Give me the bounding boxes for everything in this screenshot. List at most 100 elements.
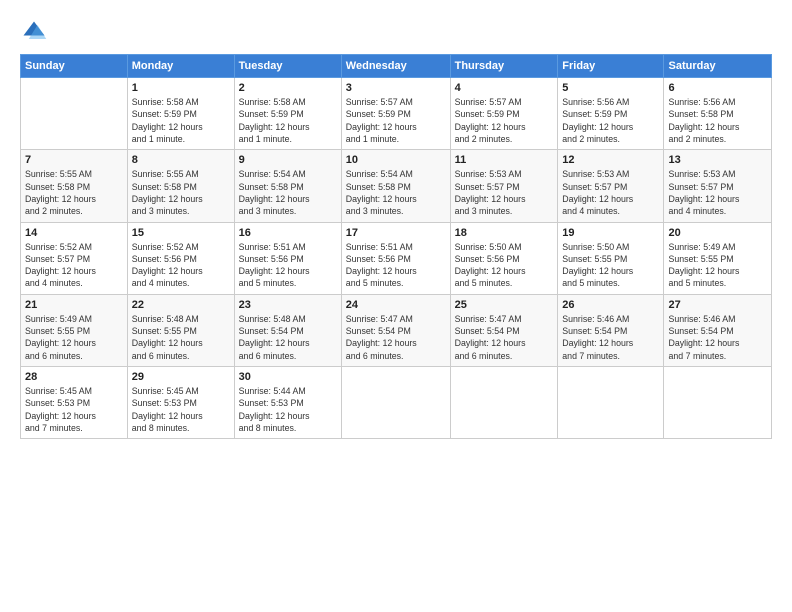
calendar-cell: 22 Sunrise: 5:48 AM Sunset: 5:55 PM Dayli… [127, 294, 234, 366]
cell-day-number: 24 [346, 299, 446, 311]
cell-info: Sunrise: 5:52 AM Sunset: 5:57 PM Dayligh… [25, 241, 123, 290]
cell-info: Sunrise: 5:58 AM Sunset: 5:59 PM Dayligh… [239, 96, 337, 145]
cell-day-number: 28 [25, 371, 123, 383]
calendar-cell: 11 Sunrise: 5:53 AM Sunset: 5:57 PM Dayli… [450, 150, 558, 222]
cell-info: Sunrise: 5:54 AM Sunset: 5:58 PM Dayligh… [239, 168, 337, 217]
calendar-cell: 15 Sunrise: 5:52 AM Sunset: 5:56 PM Dayli… [127, 222, 234, 294]
calendar-cell: 28 Sunrise: 5:45 AM Sunset: 5:53 PM Dayli… [21, 367, 128, 439]
cell-info: Sunrise: 5:44 AM Sunset: 5:53 PM Dayligh… [239, 385, 337, 434]
cell-day-number: 19 [562, 227, 659, 239]
weekday-header-saturday: Saturday [664, 55, 772, 78]
cell-day-number: 20 [668, 227, 767, 239]
cell-day-number: 9 [239, 154, 337, 166]
cell-day-number: 23 [239, 299, 337, 311]
cell-day-number: 18 [455, 227, 554, 239]
week-row-3: 14Sunrise: 5:52 AM Sunset: 5:57 PM Dayli… [21, 222, 772, 294]
cell-info: Sunrise: 5:56 AM Sunset: 5:59 PM Dayligh… [562, 96, 659, 145]
cell-info: Sunrise: 5:49 AM Sunset: 5:55 PM Dayligh… [25, 313, 123, 362]
calendar-cell [341, 367, 450, 439]
cell-info: Sunrise: 5:53 AM Sunset: 5:57 PM Dayligh… [668, 168, 767, 217]
week-row-1: 1 Sunrise: 5:58 AM Sunset: 5:59 PM Daylig… [21, 78, 772, 150]
calendar-cell: 23Sunrise: 5:48 AM Sunset: 5:54 PM Dayli… [234, 294, 341, 366]
calendar-cell [21, 78, 128, 150]
cell-info: Sunrise: 5:49 AM Sunset: 5:55 PM Dayligh… [668, 241, 767, 290]
cell-info: Sunrise: 5:52 AM Sunset: 5:56 PM Dayligh… [132, 241, 230, 290]
cell-info: Sunrise: 5:54 AM Sunset: 5:58 PM Dayligh… [346, 168, 446, 217]
logo [20, 18, 52, 46]
calendar-cell: 14Sunrise: 5:52 AM Sunset: 5:57 PM Dayli… [21, 222, 128, 294]
calendar-cell: 29 Sunrise: 5:45 AM Sunset: 5:53 PM Dayli… [127, 367, 234, 439]
cell-info: Sunrise: 5:51 AM Sunset: 5:56 PM Dayligh… [346, 241, 446, 290]
cell-day-number: 21 [25, 299, 123, 311]
cell-day-number: 22 [132, 299, 230, 311]
calendar-cell: 7 Sunrise: 5:55 AM Sunset: 5:58 PM Daylig… [21, 150, 128, 222]
week-row-4: 21 Sunrise: 5:49 AM Sunset: 5:55 PM Dayli… [21, 294, 772, 366]
calendar-table: SundayMondayTuesdayWednesdayThursdayFrid… [20, 54, 772, 439]
calendar-cell: 8 Sunrise: 5:55 AM Sunset: 5:58 PM Daylig… [127, 150, 234, 222]
calendar-cell [558, 367, 664, 439]
cell-info: Sunrise: 5:50 AM Sunset: 5:56 PM Dayligh… [455, 241, 554, 290]
cell-day-number: 1 [132, 82, 230, 94]
cell-day-number: 29 [132, 371, 230, 383]
cell-info: Sunrise: 5:53 AM Sunset: 5:57 PM Dayligh… [562, 168, 659, 217]
weekday-header-friday: Friday [558, 55, 664, 78]
calendar-cell: 3 Sunrise: 5:57 AM Sunset: 5:59 PM Daylig… [341, 78, 450, 150]
calendar-cell: 25Sunrise: 5:47 AM Sunset: 5:54 PM Dayli… [450, 294, 558, 366]
calendar-cell: 24 Sunrise: 5:47 AM Sunset: 5:54 PM Dayli… [341, 294, 450, 366]
weekday-header-row: SundayMondayTuesdayWednesdayThursdayFrid… [21, 55, 772, 78]
header [20, 18, 772, 46]
calendar-cell: 27 Sunrise: 5:46 AM Sunset: 5:54 PM Dayli… [664, 294, 772, 366]
cell-day-number: 7 [25, 154, 123, 166]
weekday-header-tuesday: Tuesday [234, 55, 341, 78]
calendar-cell: 26 Sunrise: 5:46 AM Sunset: 5:54 PM Dayli… [558, 294, 664, 366]
calendar-cell: 17 Sunrise: 5:51 AM Sunset: 5:56 PM Dayli… [341, 222, 450, 294]
logo-icon [20, 18, 48, 46]
cell-day-number: 15 [132, 227, 230, 239]
calendar-cell: 1 Sunrise: 5:58 AM Sunset: 5:59 PM Daylig… [127, 78, 234, 150]
cell-day-number: 6 [668, 82, 767, 94]
cell-info: Sunrise: 5:46 AM Sunset: 5:54 PM Dayligh… [668, 313, 767, 362]
cell-day-number: 16 [239, 227, 337, 239]
calendar-cell: 21 Sunrise: 5:49 AM Sunset: 5:55 PM Dayli… [21, 294, 128, 366]
week-row-5: 28 Sunrise: 5:45 AM Sunset: 5:53 PM Dayli… [21, 367, 772, 439]
cell-day-number: 26 [562, 299, 659, 311]
cell-day-number: 3 [346, 82, 446, 94]
cell-day-number: 10 [346, 154, 446, 166]
calendar-cell: 5 Sunrise: 5:56 AM Sunset: 5:59 PM Daylig… [558, 78, 664, 150]
cell-info: Sunrise: 5:55 AM Sunset: 5:58 PM Dayligh… [132, 168, 230, 217]
cell-info: Sunrise: 5:46 AM Sunset: 5:54 PM Dayligh… [562, 313, 659, 362]
cell-day-number: 25 [455, 299, 554, 311]
cell-info: Sunrise: 5:57 AM Sunset: 5:59 PM Dayligh… [346, 96, 446, 145]
cell-info: Sunrise: 5:48 AM Sunset: 5:55 PM Dayligh… [132, 313, 230, 362]
cell-day-number: 27 [668, 299, 767, 311]
cell-day-number: 8 [132, 154, 230, 166]
calendar-cell: 20 Sunrise: 5:49 AM Sunset: 5:55 PM Dayli… [664, 222, 772, 294]
cell-info: Sunrise: 5:50 AM Sunset: 5:55 PM Dayligh… [562, 241, 659, 290]
weekday-header-thursday: Thursday [450, 55, 558, 78]
cell-info: Sunrise: 5:45 AM Sunset: 5:53 PM Dayligh… [132, 385, 230, 434]
calendar-cell: 18 Sunrise: 5:50 AM Sunset: 5:56 PM Dayli… [450, 222, 558, 294]
cell-day-number: 12 [562, 154, 659, 166]
calendar-cell: 16Sunrise: 5:51 AM Sunset: 5:56 PM Dayli… [234, 222, 341, 294]
calendar-cell: 13 Sunrise: 5:53 AM Sunset: 5:57 PM Dayli… [664, 150, 772, 222]
cell-info: Sunrise: 5:58 AM Sunset: 5:59 PM Dayligh… [132, 96, 230, 145]
cell-day-number: 4 [455, 82, 554, 94]
cell-info: Sunrise: 5:55 AM Sunset: 5:58 PM Dayligh… [25, 168, 123, 217]
calendar-cell: 12 Sunrise: 5:53 AM Sunset: 5:57 PM Dayli… [558, 150, 664, 222]
cell-day-number: 11 [455, 154, 554, 166]
cell-info: Sunrise: 5:45 AM Sunset: 5:53 PM Dayligh… [25, 385, 123, 434]
cell-info: Sunrise: 5:53 AM Sunset: 5:57 PM Dayligh… [455, 168, 554, 217]
calendar-cell: 4Sunrise: 5:57 AM Sunset: 5:59 PM Daylig… [450, 78, 558, 150]
cell-info: Sunrise: 5:56 AM Sunset: 5:58 PM Dayligh… [668, 96, 767, 145]
weekday-header-wednesday: Wednesday [341, 55, 450, 78]
cell-day-number: 13 [668, 154, 767, 166]
calendar-cell: 2Sunrise: 5:58 AM Sunset: 5:59 PM Daylig… [234, 78, 341, 150]
week-row-2: 7 Sunrise: 5:55 AM Sunset: 5:58 PM Daylig… [21, 150, 772, 222]
cell-day-number: 30 [239, 371, 337, 383]
calendar-page: SundayMondayTuesdayWednesdayThursdayFrid… [0, 0, 792, 612]
calendar-cell [664, 367, 772, 439]
calendar-cell: 30 Sunrise: 5:44 AM Sunset: 5:53 PM Dayli… [234, 367, 341, 439]
cell-day-number: 17 [346, 227, 446, 239]
cell-day-number: 5 [562, 82, 659, 94]
cell-info: Sunrise: 5:47 AM Sunset: 5:54 PM Dayligh… [346, 313, 446, 362]
